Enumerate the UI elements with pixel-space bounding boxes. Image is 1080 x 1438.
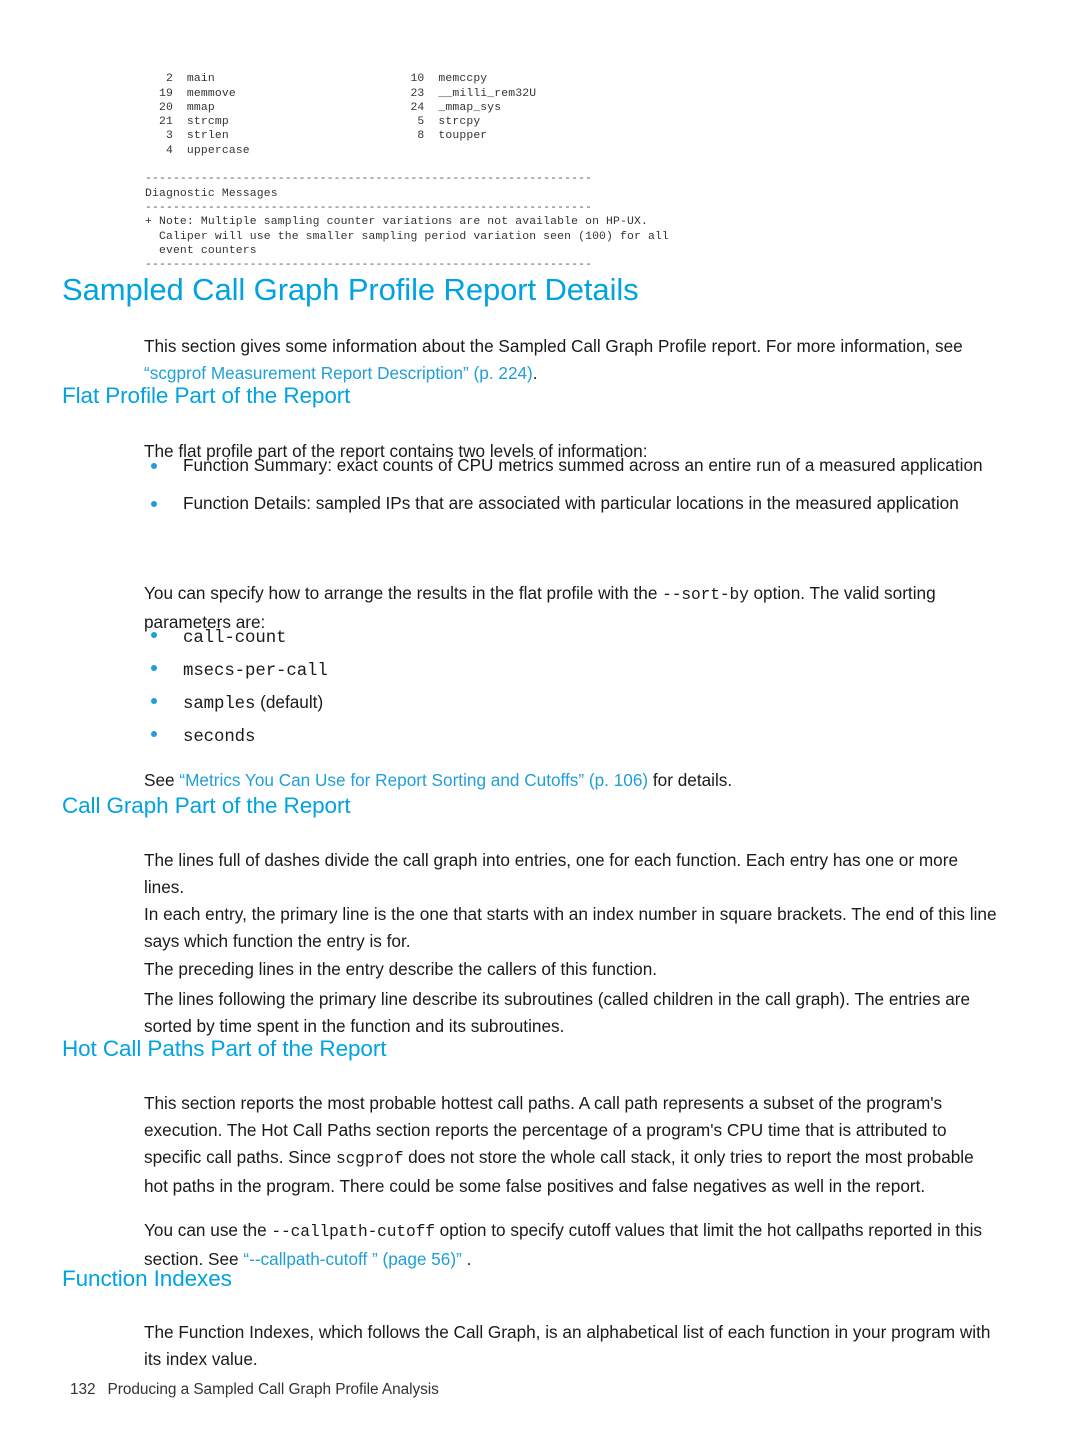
bullet-dot-icon bbox=[151, 731, 157, 737]
call-graph-paragraph-4: The lines following the primary line des… bbox=[144, 989, 971, 1037]
diagnostic-messages-body: + Note: Multiple sampling counter variat… bbox=[145, 216, 669, 257]
hot-call-paths-paragraph-1: This section reports the most probable h… bbox=[144, 1090, 994, 1200]
intro-paragraph: This section gives some information abou… bbox=[144, 333, 989, 387]
section-heading-flat-profile: Flat Profile Part of the Report bbox=[62, 383, 351, 408]
page-footer: 132 Producing a Sampled Call Graph Profil… bbox=[70, 1381, 439, 1399]
footer-chapter-title: Producing a Sampled Call Graph Profile A… bbox=[107, 1381, 439, 1398]
list-item: samples (default) bbox=[144, 687, 994, 720]
callpath-text-part-a: You can use the bbox=[144, 1220, 272, 1241]
sort-by-text-before-code: You can specify how to arrange the resul… bbox=[144, 583, 663, 604]
list-item: seconds bbox=[144, 720, 994, 753]
bullet-dot-icon bbox=[151, 632, 157, 638]
code-rule-bottom: ----------------------------------------… bbox=[145, 259, 593, 272]
bullet-dot-icon bbox=[151, 501, 157, 507]
intro-text-after-link: . bbox=[532, 363, 538, 384]
code-listing: 2 main 10 memccpy 19 memmove 23 __milli_… bbox=[145, 58, 845, 272]
section-heading-call-graph: Call Graph Part of the Report bbox=[62, 793, 351, 818]
sort-param-code: msecs-per-call bbox=[183, 662, 328, 681]
section-heading-function-indexes: Function Indexes bbox=[62, 1266, 232, 1291]
callpath-text-part-c: . bbox=[461, 1249, 472, 1270]
document-page: 2 main 10 memccpy 19 memmove 23 __milli_… bbox=[0, 0, 1080, 1438]
flat-profile-bullet-list: Function Summary: exact counts of CPU me… bbox=[144, 452, 994, 517]
section-heading-hot-call-paths: Hot Call Paths Part of the Report bbox=[62, 1036, 387, 1061]
sort-param-code: samples bbox=[183, 695, 256, 714]
footer-page-number: 132 bbox=[70, 1381, 96, 1398]
link-scgprof-measurement-report-description[interactable]: “scgprof Measurement Report Description”… bbox=[144, 363, 533, 383]
list-item: call-count bbox=[144, 621, 994, 654]
hot-call-paths-paragraph-2: You can use the --callpath-cutoff option… bbox=[144, 1217, 999, 1273]
diagnostic-messages-header: Diagnostic Messages bbox=[145, 187, 278, 200]
list-item-label: Function Summary: exact counts of CPU me… bbox=[183, 455, 983, 475]
inline-code-sort-by: --sort-by bbox=[662, 586, 749, 605]
link-metrics-for-report-sorting-and-cutoffs[interactable]: “Metrics You Can Use for Report Sorting … bbox=[179, 770, 648, 790]
call-graph-paragraph-1: The lines full of dashes divide the call… bbox=[144, 850, 959, 898]
bullet-dot-icon bbox=[151, 665, 157, 671]
bullet-dot-icon bbox=[151, 698, 157, 704]
inline-code-callpath-cutoff: --callpath-cutoff bbox=[271, 1223, 435, 1242]
list-item: Function Summary: exact counts of CPU me… bbox=[144, 452, 994, 479]
code-rule-middle: ----------------------------------------… bbox=[145, 201, 593, 214]
list-item-label: Function Details: sampled IPs that are a… bbox=[183, 493, 959, 513]
see-metrics-paragraph: See “Metrics You Can Use for Report Sort… bbox=[144, 767, 994, 794]
intro-text-before-link: This section gives some information abou… bbox=[144, 336, 963, 357]
sort-param-code: seconds bbox=[183, 728, 256, 747]
see-text-after-link: for details. bbox=[648, 770, 733, 791]
call-graph-paragraph-2: In each entry, the primary line is the o… bbox=[144, 904, 997, 952]
see-text-before-link: See bbox=[144, 770, 180, 791]
list-item: Function Details: sampled IPs that are a… bbox=[144, 490, 994, 517]
sort-param-code: call-count bbox=[183, 629, 287, 648]
inline-code-scgprof: scgprof bbox=[336, 1150, 404, 1169]
sort-param-note: (default) bbox=[255, 692, 324, 712]
list-item: msecs-per-call bbox=[144, 654, 994, 687]
page-title: Sampled Call Graph Profile Report Detail… bbox=[62, 272, 639, 307]
function-indexes-paragraph: The Function Indexes, which follows the … bbox=[144, 1322, 991, 1370]
code-function-index-table: 2 main 10 memccpy 19 memmove 23 __milli_… bbox=[158, 73, 537, 157]
sort-parameters-list: call-count msecs-per-call samples (defau… bbox=[144, 621, 994, 753]
code-rule-top: ----------------------------------------… bbox=[145, 173, 593, 186]
call-graph-paragraph-3: The preceding lines in the entry describ… bbox=[144, 959, 658, 980]
bullet-dot-icon bbox=[151, 463, 157, 469]
link-callpath-cutoff-page-56[interactable]: “--callpath-cutoff ” (page 56)” bbox=[243, 1249, 461, 1269]
